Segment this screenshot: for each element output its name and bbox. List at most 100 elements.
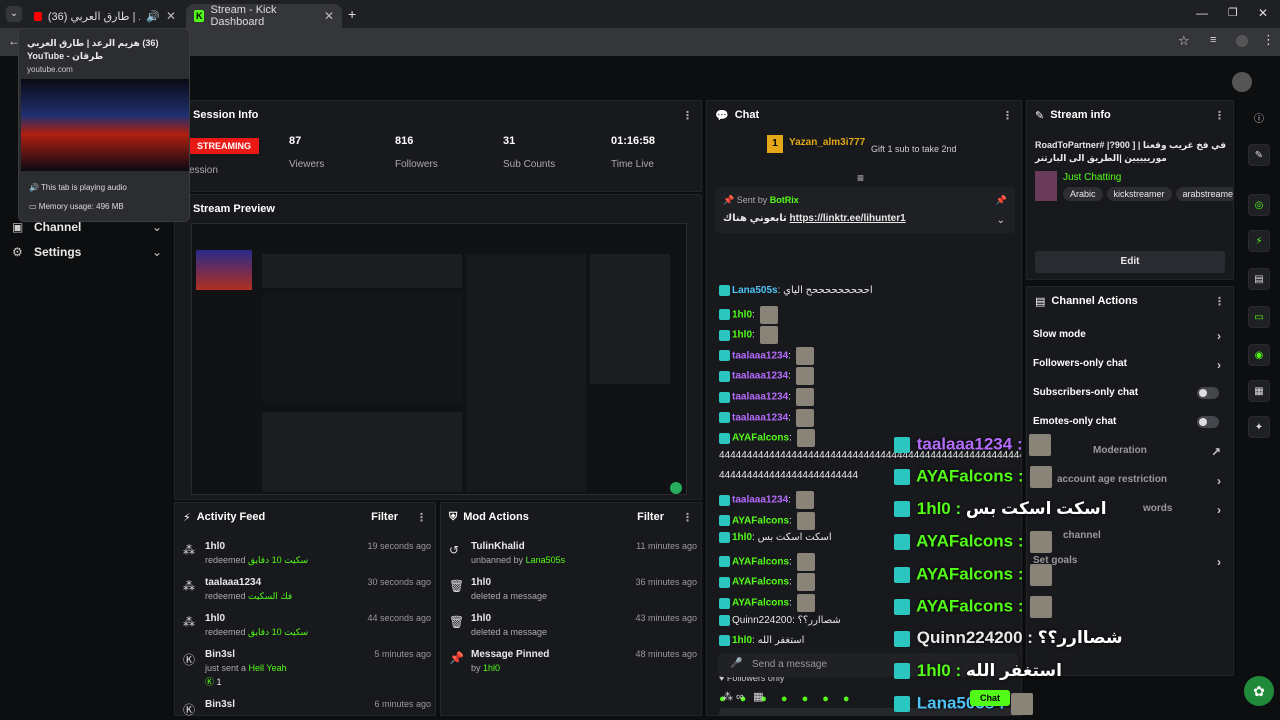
action-slow-mode[interactable]: Slow mode ›: [1033, 329, 1229, 343]
tag[interactable]: arabstreame: [1175, 187, 1233, 201]
overlay-message: Lana505s :: [894, 693, 1034, 716]
info-icon[interactable]: ⓘ: [1248, 106, 1270, 128]
badge-icon: [894, 696, 910, 713]
chat-username[interactable]: AYAFalcons: [732, 577, 789, 588]
user-avatar[interactable]: [1232, 72, 1252, 92]
pinned-message: 📌 Sent by BotRix تابعوني هناك https://li…: [715, 187, 1015, 233]
pin-icon: 📌: [723, 195, 735, 205]
session-sub: ession: [189, 165, 218, 176]
gift-sub-prompt[interactable]: Gift 1 sub to take 2nd: [871, 144, 957, 154]
chat-username[interactable]: 1hl0: [732, 309, 752, 320]
action-label: Emotes-only chat: [1033, 416, 1117, 427]
chat-username[interactable]: AYAFalcons: [732, 515, 789, 526]
chat-username[interactable]: 1hl0: [732, 330, 752, 341]
collapse-icon[interactable]: ≡: [857, 171, 864, 185]
badge-icon: [894, 469, 910, 486]
action-followers-only[interactable]: Followers-only chat ›: [1033, 358, 1229, 372]
document-icon[interactable]: ▤: [1248, 268, 1270, 290]
tab-search-icon[interactable]: ⌄: [6, 6, 22, 22]
new-tab-icon[interactable]: +: [348, 6, 356, 22]
tag[interactable]: kickstreamer: [1106, 187, 1172, 201]
overlay-username: 1hl0: [916, 498, 951, 518]
menu-icon[interactable]: ⋮: [1262, 32, 1275, 48]
tab-youtube[interactable]: (36) هزيم الرعد | طارق العربي 🔊 ✕: [26, 4, 184, 28]
chat-message: 1hl0: استغفر الله: [719, 635, 804, 646]
bolt-icon[interactable]: ⚡: [1248, 230, 1270, 252]
action-subscribers-only[interactable]: Subscribers-only chat: [1033, 387, 1229, 399]
badge-icon: [894, 534, 910, 551]
redeem-icon: ⁂: [183, 543, 195, 557]
chevron-down-icon: ⌄: [151, 245, 162, 259]
more-icon[interactable]: ⋮: [1002, 109, 1013, 122]
pinned-text: تابعوني هناك: [723, 213, 787, 224]
mod-time: 36 minutes ago: [635, 577, 697, 587]
more-icon[interactable]: ⋮: [1214, 109, 1225, 122]
media-control-icon[interactable]: ≡: [1210, 34, 1216, 46]
profile-avatar[interactable]: [1236, 35, 1248, 47]
chevron-down-icon[interactable]: ⌄: [997, 215, 1005, 226]
more-icon[interactable]: ⋮: [682, 511, 693, 524]
feed-time: 6 minutes ago: [374, 699, 431, 709]
chat-username[interactable]: Lana505s: [732, 285, 778, 296]
subscribers-only-toggle[interactable]: [1197, 387, 1219, 399]
tab-kick[interactable]: K Stream - Kick Dashboard ✕: [186, 4, 342, 28]
filter-button[interactable]: Filter: [371, 511, 398, 523]
emote: [1011, 693, 1034, 716]
more-icon[interactable]: ⋮: [416, 511, 427, 524]
panel-title: Chat: [734, 109, 760, 121]
tag[interactable]: Arabic: [1063, 187, 1103, 201]
pinned-user[interactable]: BotRix: [770, 195, 799, 205]
pencil-icon[interactable]: ✎: [1248, 144, 1270, 166]
trash-icon: 🗑: [449, 615, 465, 629]
emote: [795, 408, 814, 427]
action-emotes-only[interactable]: Emotes-only chat: [1033, 416, 1229, 428]
badge-icon: [894, 566, 910, 583]
more-icon[interactable]: ⋮: [682, 109, 693, 122]
top-gifter-name[interactable]: Yazan_alm3i777: [789, 137, 865, 148]
filter-button[interactable]: Filter: [637, 511, 664, 523]
emotes-only-toggle[interactable]: [1197, 416, 1219, 428]
chat-username[interactable]: AYAFalcons: [732, 433, 789, 444]
emote: [1029, 434, 1052, 456]
chat-username[interactable]: AYAFalcons: [732, 598, 789, 609]
camera-icon[interactable]: ◎: [1248, 194, 1270, 216]
badge-icon: [894, 663, 910, 680]
broadcast-icon[interactable]: ◉: [1248, 344, 1270, 366]
preview-video[interactable]: [191, 223, 687, 495]
close-icon[interactable]: ✕: [166, 9, 176, 23]
layout-icon[interactable]: ▦: [1248, 380, 1270, 402]
chat-username[interactable]: 1hl0: [732, 532, 752, 543]
chat-username[interactable]: taalaaa1234: [732, 392, 788, 403]
chat-username[interactable]: AYAFalcons: [732, 556, 789, 567]
tab-title: (36) هزيم الرعد | طارق العربي: [47, 10, 140, 23]
settings-icons[interactable]: ⁂ ∞ ▦: [722, 690, 763, 703]
chevron-right-icon: ›: [1217, 329, 1221, 343]
chat-username[interactable]: taalaaa1234: [732, 495, 788, 506]
bookmark-star-icon[interactable]: ☆: [1178, 33, 1190, 49]
pinned-link[interactable]: https://linktr.ee/lihunter1: [790, 213, 906, 224]
category-name[interactable]: Just Chatting: [1063, 172, 1121, 183]
close-icon[interactable]: ✕: [324, 9, 334, 23]
sidebar-item-settings[interactable]: ⚙ Settings ⌄: [12, 245, 162, 259]
chat-username[interactable]: taalaaa1234: [732, 371, 788, 382]
overlay-message: 1hl0 : استغفر الله: [894, 661, 1062, 681]
chat-username[interactable]: taalaaa1234: [732, 350, 788, 361]
chat-username[interactable]: taalaaa1234: [732, 412, 788, 423]
chat-username[interactable]: 1hl0: [732, 635, 752, 646]
maximize-icon[interactable]: ❐: [1228, 6, 1238, 19]
speaker-icon[interactable]: 🔊: [146, 10, 160, 23]
more-icon[interactable]: ⋮: [1214, 295, 1225, 308]
minimize-icon[interactable]: —: [1196, 6, 1208, 20]
sidebar-item-channel[interactable]: ▣ Channel ⌄: [12, 220, 162, 234]
sidebar-item-label: Settings: [34, 245, 82, 259]
pin-icon[interactable]: 📌: [996, 195, 1007, 206]
feed-time: 30 seconds ago: [367, 577, 431, 587]
preview-button: [670, 482, 682, 494]
window-close-icon[interactable]: ✕: [1258, 6, 1268, 20]
emote: [1030, 563, 1053, 586]
chat-icon[interactable]: ▭: [1248, 306, 1270, 328]
chat-username[interactable]: Quinn224200: [732, 615, 792, 626]
edit-button[interactable]: Edit: [1035, 251, 1225, 273]
chat-send-button[interactable]: Chat: [970, 690, 1010, 706]
feed-action: redeemed: [205, 591, 246, 601]
